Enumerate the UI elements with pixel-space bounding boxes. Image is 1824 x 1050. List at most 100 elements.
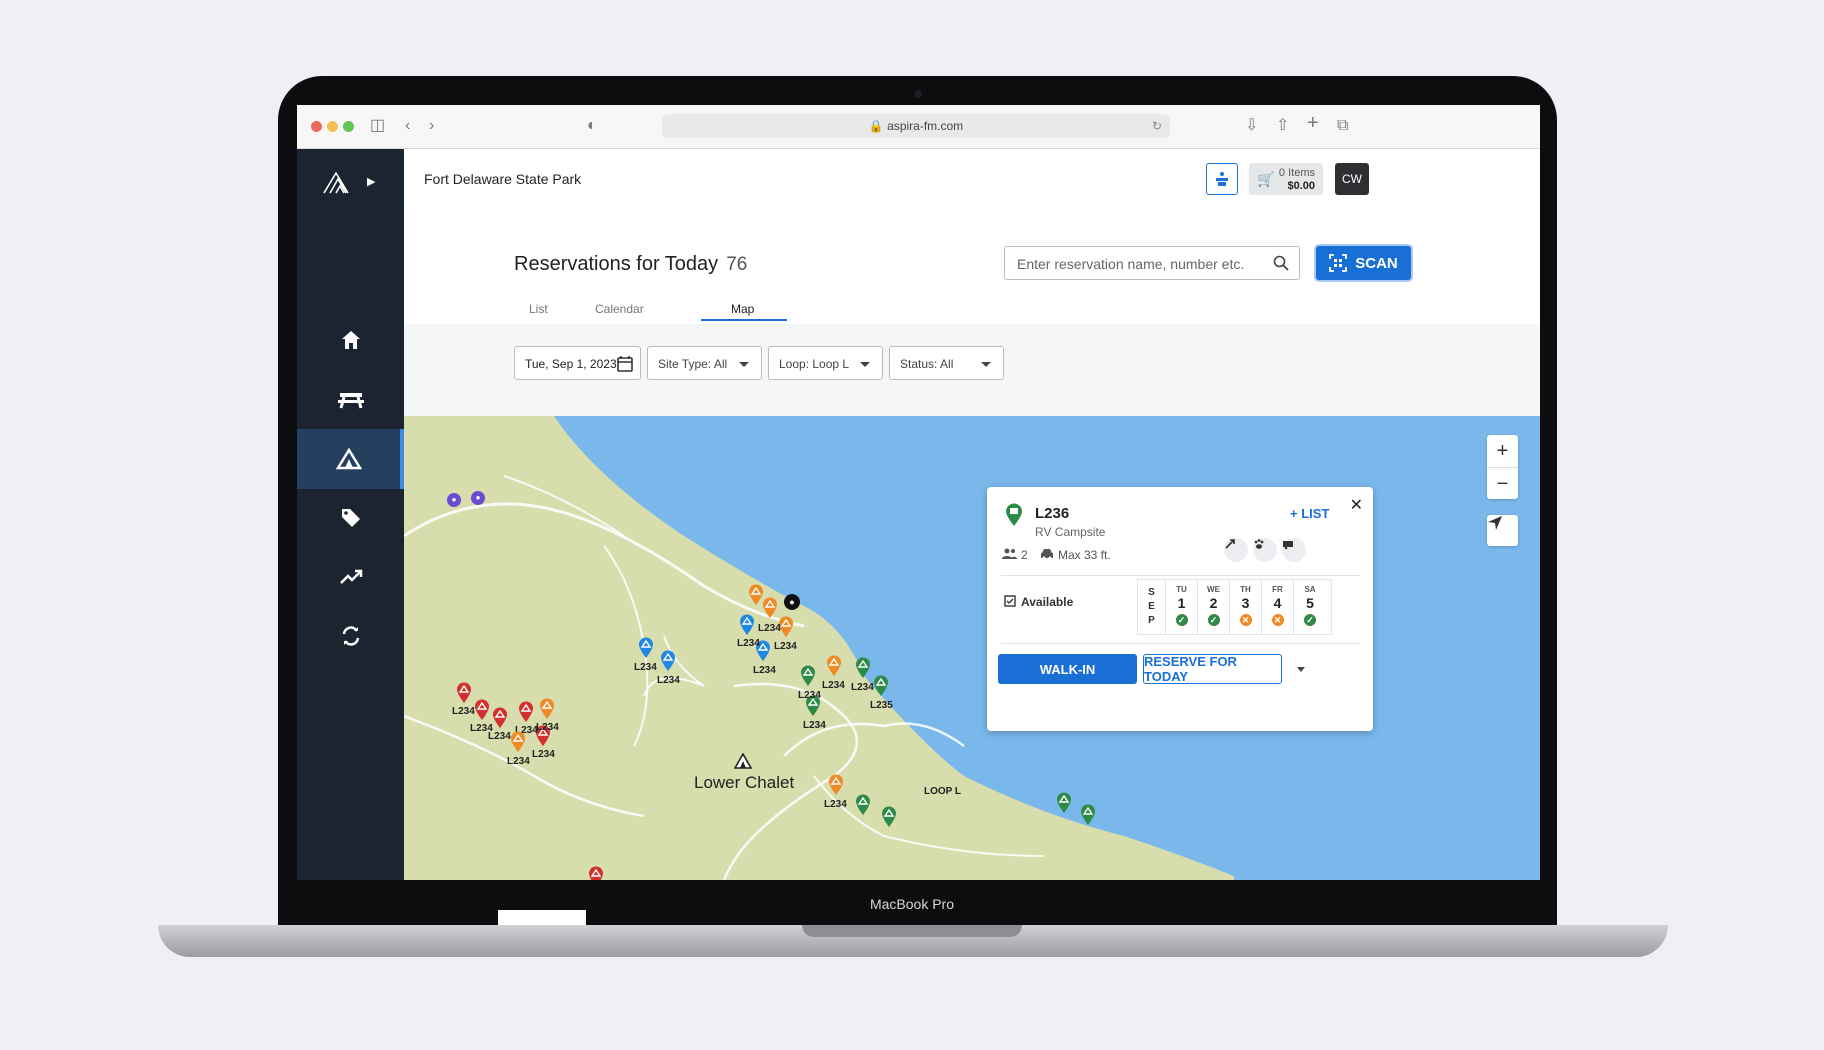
occupancy-value: 2 [1021, 548, 1028, 562]
reload-icon[interactable]: ↻ [1152, 114, 1162, 138]
site-label: L234 [803, 720, 826, 731]
cart-items: 0 Items [1278, 167, 1315, 179]
sticker [498, 910, 586, 925]
sidebar-item-reports[interactable] [297, 547, 404, 607]
amenity-rv-hookup-icon [1282, 538, 1306, 562]
share-icon[interactable]: ⇧ [1276, 117, 1289, 135]
tab-map[interactable]: Map [731, 302, 754, 316]
park-name: Fort Delaware State Park [424, 171, 582, 187]
calendar-day[interactable]: TU 1 ✓ [1166, 580, 1198, 634]
walk-in-button[interactable]: WALK-IN [998, 654, 1137, 684]
month-letter: P [1148, 615, 1155, 626]
campsite-pin-green-icon[interactable] [873, 675, 889, 697]
campsite-pin-red-icon[interactable] [456, 682, 472, 704]
expand-sidebar-icon[interactable]: ▶ [367, 175, 375, 188]
scan-label: SCAN [1355, 254, 1398, 272]
sidebar-item-tags[interactable] [297, 488, 404, 548]
minimize-window-button[interactable] [327, 121, 338, 132]
home-icon [341, 331, 360, 349]
calendar-day[interactable]: WE 2 ✓ [1198, 580, 1230, 634]
date-picker[interactable]: Tue, Sep 1, 2023 [514, 346, 641, 380]
avatar[interactable]: CW [1335, 163, 1369, 195]
calendar-day[interactable]: FR 4 ✕ [1262, 580, 1294, 634]
loop-label: LOOP L [924, 786, 962, 797]
bike-trail-marker-icon[interactable]: ● [447, 493, 461, 507]
url-text: aspira-fm.com [887, 119, 964, 133]
search-input[interactable]: Enter reservation name, number etc. [1004, 246, 1300, 280]
maximize-window-button[interactable] [343, 121, 354, 132]
new-tab-icon[interactable]: + [1307, 113, 1319, 133]
logo-icon[interactable] [322, 169, 354, 195]
back-icon[interactable]: ‹ [405, 117, 410, 135]
site-label: L235 [870, 700, 893, 711]
campsite-pin-orange-icon[interactable] [828, 774, 844, 796]
sidebar-item-sync[interactable] [297, 606, 404, 666]
site-label: L234 [758, 623, 781, 634]
campsite-pin-orange-icon[interactable] [762, 597, 778, 619]
campground-map[interactable]: + − ● ● ● Lower Chalet LOOP L L234 L234 … [404, 416, 1540, 880]
site-detail-popup: L236 RV Campsite + LIST ✕ 2 Max 33 ft. A… [987, 487, 1373, 731]
sidebar-item-picnic[interactable] [297, 369, 404, 429]
navigation-arrow-icon [1488, 516, 1502, 530]
page-title-text: Reservations for Today [514, 253, 719, 275]
sidebar-toggle-icon[interactable]: ◫ [370, 117, 385, 135]
loop-select[interactable]: Loop: Loop L [768, 346, 883, 380]
site-label: L234 [851, 682, 874, 693]
sidebar-item-camping[interactable] [297, 429, 404, 489]
close-window-button[interactable] [311, 121, 322, 132]
calendar-day[interactable]: SA 5 ✓ [1294, 580, 1326, 634]
chalet-marker-icon[interactable] [734, 753, 752, 769]
download-icon[interactable]: ⇩ [1245, 117, 1258, 135]
zoom-out-button[interactable]: − [1487, 468, 1518, 500]
site-label: L234 [657, 675, 680, 686]
campsite-pin-green-icon[interactable] [800, 665, 816, 687]
month-letter: E [1148, 601, 1155, 612]
campsite-pin-blue-icon[interactable] [739, 614, 755, 636]
available-check-icon: ✓ [1175, 614, 1188, 626]
forward-icon[interactable]: › [429, 117, 434, 135]
tab-list[interactable]: List [529, 302, 548, 316]
kiosk-button[interactable] [1206, 163, 1238, 195]
campsite-pin-blue-icon[interactable] [660, 650, 676, 672]
campsite-pin-red-icon[interactable] [474, 699, 490, 721]
campsite-pin-green-icon[interactable] [855, 657, 871, 679]
campsite-pin-orange-icon[interactable] [510, 731, 526, 753]
day-of-week: FR [1272, 585, 1283, 594]
sidebar-item-home[interactable] [297, 310, 404, 370]
site-type-select[interactable]: Site Type: All [647, 346, 762, 380]
campsite-pin-green-icon[interactable] [855, 794, 871, 816]
close-icon[interactable]: ✕ [1350, 495, 1363, 515]
status-select[interactable]: Status: All [889, 346, 1004, 380]
sync-icon [342, 626, 359, 646]
search-icon[interactable] [1273, 255, 1289, 271]
hiking-trail-marker-icon[interactable]: ● [471, 491, 485, 505]
add-to-list-button[interactable]: + LIST [1290, 506, 1329, 521]
more-options-chevron-icon[interactable] [1297, 667, 1305, 672]
campsite-pin-red-icon[interactable] [518, 701, 534, 723]
calendar-day[interactable]: TH 3 ✕ [1230, 580, 1262, 634]
calendar-icon[interactable] [617, 355, 633, 372]
campsite-pin-green-icon[interactable] [1056, 792, 1072, 814]
campsite-pin-orange-icon[interactable] [539, 698, 555, 720]
campsite-pin-red-icon[interactable] [588, 866, 604, 880]
tab-calendar[interactable]: Calendar [595, 302, 644, 316]
campsite-pin-green-icon[interactable] [1080, 804, 1096, 826]
divider [1001, 643, 1361, 644]
cart-button[interactable]: 🛒 0 Items $0.00 [1249, 163, 1323, 195]
campsite-pin-blue-icon[interactable] [638, 637, 654, 659]
zoom-in-button[interactable]: + [1487, 435, 1518, 468]
campsite-pin-orange-icon[interactable] [826, 655, 842, 677]
site-type: RV Campsite [1035, 525, 1106, 539]
address-bar[interactable]: 🔒 aspira-fm.com ↻ [662, 114, 1170, 138]
campsite-pin-green-icon[interactable] [881, 806, 897, 828]
lock-icon: 🔒 [868, 119, 884, 133]
tabs-overview-icon[interactable]: ⧉ [1337, 117, 1348, 135]
locate-me-button[interactable] [1487, 515, 1518, 546]
reserve-for-today-button[interactable]: RESERVE FOR TODAY [1143, 654, 1282, 684]
campsite-pin-red-icon[interactable] [492, 707, 508, 729]
rv-site-pin-icon [1006, 503, 1022, 526]
swimming-marker-icon[interactable]: ● [784, 594, 800, 610]
scan-button[interactable]: SCAN [1316, 246, 1411, 280]
site-label: L234 [634, 662, 657, 673]
shield-icon[interactable]: ◐ [587, 117, 597, 135]
